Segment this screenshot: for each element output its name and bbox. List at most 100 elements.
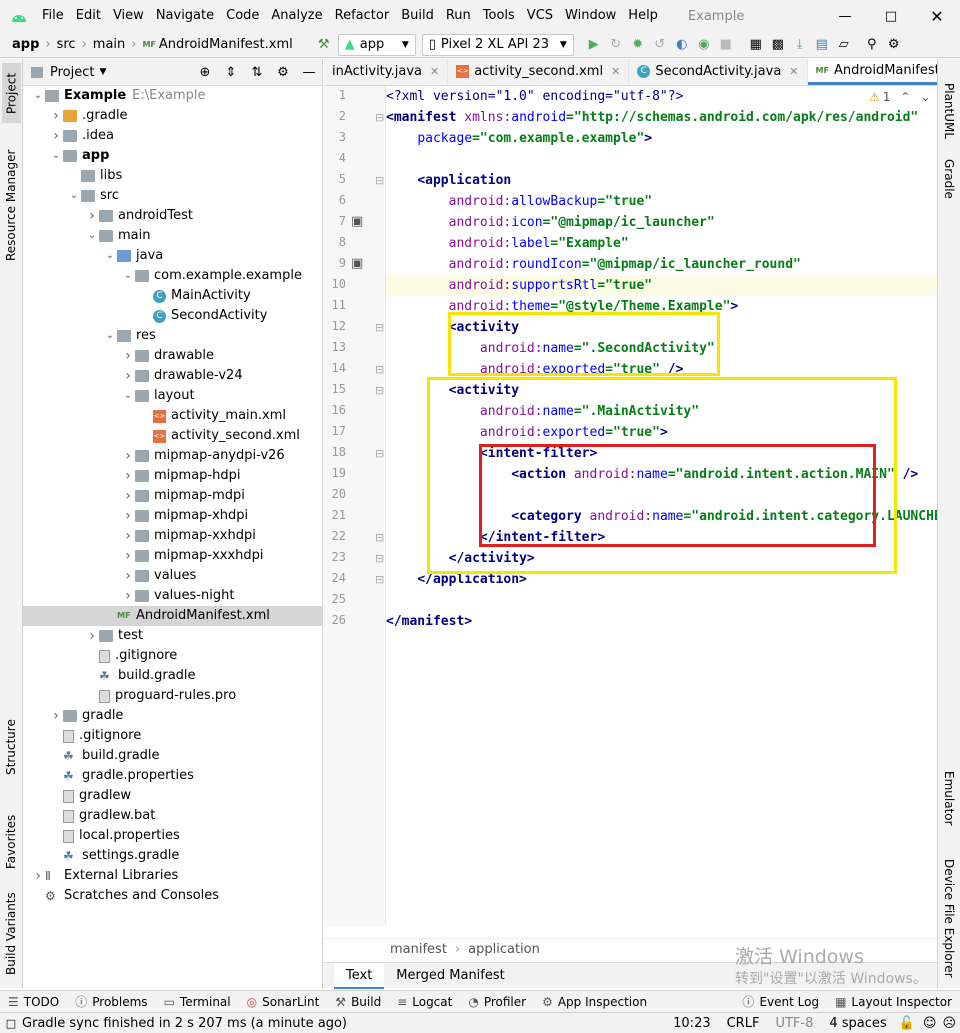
tree-item[interactable]: proguard-rules.pro bbox=[23, 686, 323, 706]
image-preview-icon[interactable]: ▣ bbox=[351, 256, 363, 271]
feedback-smile-icon[interactable]: ☺ bbox=[919, 1016, 941, 1031]
hide-panel-icon[interactable]: — bbox=[296, 65, 322, 80]
chevron-down-icon[interactable]: ⌄ bbox=[31, 86, 45, 106]
fold-icon[interactable]: ⊟ bbox=[375, 573, 384, 586]
chevron-right-icon[interactable]: › bbox=[121, 506, 135, 526]
tree-item[interactable]: ⌄ src bbox=[23, 186, 323, 206]
close-window-button[interactable]: ✕ bbox=[914, 7, 960, 26]
fold-icon[interactable]: ⊟ bbox=[375, 174, 384, 187]
tree-item[interactable]: › mipmap-xxhdpi bbox=[23, 526, 323, 546]
locate-icon[interactable]: ⊕ bbox=[192, 65, 218, 80]
menu-view[interactable]: View bbox=[107, 0, 150, 32]
toolwindow-terminal[interactable]: ▭ Terminal bbox=[156, 995, 239, 1009]
line-separator[interactable]: CRLF bbox=[719, 1016, 768, 1031]
chevron-right-icon[interactable]: › bbox=[121, 346, 135, 366]
tab-structure[interactable]: Structure bbox=[4, 711, 18, 775]
tree-item[interactable]: › mipmap-hdpi bbox=[23, 466, 323, 486]
device-manager-icon[interactable]: ▱ bbox=[833, 34, 855, 56]
fold-icon[interactable]: ⊟ bbox=[375, 531, 384, 544]
tree-item[interactable]: ☘ settings.gradle bbox=[23, 846, 323, 866]
tree-item[interactable]: › values-night bbox=[23, 586, 323, 606]
tree-item[interactable]: ⌄ main bbox=[23, 226, 323, 246]
tree-item[interactable]: ☘ build.gradle bbox=[23, 746, 323, 766]
run-config-dropdown[interactable]: ▲ app ▼ bbox=[337, 33, 416, 56]
tab-plantuml[interactable]: PlantUML bbox=[942, 83, 956, 143]
debug-icon[interactable]: ✹ bbox=[627, 34, 649, 56]
chevron-down-icon[interactable]: ⌄ bbox=[67, 186, 81, 206]
rerun-icon[interactable]: ↻ bbox=[605, 34, 627, 56]
collapse-all-icon[interactable]: ⇅ bbox=[244, 65, 270, 80]
profile-icon[interactable]: ◐ bbox=[671, 34, 693, 56]
fold-icon[interactable]: ⊟ bbox=[375, 363, 384, 376]
tree-item[interactable]: ⌄ layout bbox=[23, 386, 323, 406]
tree-item[interactable]: › values bbox=[23, 566, 323, 586]
chevron-down-icon[interactable]: ⌄ bbox=[85, 226, 99, 246]
menu-navigate[interactable]: Navigate bbox=[150, 0, 220, 32]
tab-merged-manifest[interactable]: Merged Manifest bbox=[384, 963, 516, 989]
chevron-right-icon[interactable]: › bbox=[49, 706, 63, 726]
menu-code[interactable]: Code bbox=[220, 0, 265, 32]
minimize-button[interactable]: — bbox=[822, 9, 868, 24]
tree-item[interactable]: › .gradle bbox=[23, 106, 323, 126]
tab-resource-manager[interactable]: Resource Manager bbox=[4, 141, 18, 261]
tree-item[interactable]: libs bbox=[23, 166, 323, 186]
gear-icon[interactable]: ⚙ bbox=[270, 65, 296, 80]
image-preview-icon[interactable]: ▣ bbox=[351, 214, 363, 229]
tree-item[interactable]: › mipmap-xxxhdpi bbox=[23, 546, 323, 566]
chevron-down-icon[interactable]: ⌄ bbox=[121, 386, 135, 406]
tree-item[interactable]: ☘ build.gradle bbox=[23, 666, 323, 686]
breadcrumb-app[interactable]: app bbox=[0, 37, 43, 52]
close-icon[interactable]: ✕ bbox=[611, 65, 620, 78]
search-icon[interactable]: ⚲ bbox=[861, 34, 883, 56]
hammer-build-icon[interactable]: ⚒ bbox=[313, 34, 335, 56]
tree-item[interactable]: <> activity_second.xml bbox=[23, 426, 323, 446]
menu-vcs[interactable]: VCS bbox=[521, 0, 559, 32]
chevron-right-icon[interactable]: › bbox=[85, 206, 99, 226]
menu-run[interactable]: Run bbox=[440, 0, 477, 32]
lock-icon[interactable]: 🔓 bbox=[895, 1016, 919, 1031]
tree-item[interactable]: › .idea bbox=[23, 126, 323, 146]
tree-item[interactable]: ⌄ com.example.example bbox=[23, 266, 323, 286]
menu-analyze[interactable]: Analyze bbox=[265, 0, 328, 32]
breadcrumb-manifest[interactable]: MF AndroidManifest.xml bbox=[138, 37, 296, 52]
chevron-right-icon[interactable]: › bbox=[49, 106, 63, 126]
toolwindow-profiler[interactable]: ◔ Profiler bbox=[460, 995, 534, 1009]
gradle-sync-icon[interactable]: ▤ bbox=[811, 34, 833, 56]
chevron-right-icon[interactable]: › bbox=[121, 446, 135, 466]
chevron-down-icon[interactable]: ⌄ bbox=[121, 266, 135, 286]
tab-gradle[interactable]: Gradle bbox=[942, 159, 956, 209]
tree-item[interactable]: › androidTest bbox=[23, 206, 323, 226]
caret-position[interactable]: 10:23 bbox=[665, 1016, 718, 1031]
tree-item[interactable]: › drawable-v24 bbox=[23, 366, 323, 386]
memory-face-icon[interactable]: ☹ bbox=[940, 1016, 960, 1031]
tree-item[interactable]: local.properties bbox=[23, 826, 323, 846]
warning-indicator[interactable]: ⚠ 1 ⌃ ⌄ bbox=[869, 90, 931, 104]
tab-project[interactable]: Project bbox=[2, 63, 21, 123]
indent-setting[interactable]: 4 spaces bbox=[821, 1016, 894, 1031]
tree-item[interactable]: MF AndroidManifest.xml bbox=[23, 606, 323, 626]
fold-icon[interactable]: ⊟ bbox=[375, 321, 384, 334]
menu-file[interactable]: File bbox=[36, 0, 70, 32]
close-icon[interactable]: ✕ bbox=[430, 65, 439, 78]
tab-favorites[interactable]: Favorites bbox=[4, 799, 18, 869]
tree-item[interactable]: gradlew bbox=[23, 786, 323, 806]
breadcrumb-manifest-tag[interactable]: manifest bbox=[390, 942, 447, 957]
editor-tab[interactable]: <> activity_second.xml ✕ bbox=[448, 59, 630, 85]
tree-item[interactable]: ⌄ app bbox=[23, 146, 323, 166]
tree-item[interactable]: ⌄ res bbox=[23, 326, 323, 346]
tree-item[interactable]: .gitignore bbox=[23, 726, 323, 746]
editor-tab[interactable]: inActivity.java ✕ bbox=[324, 59, 449, 85]
editor-tab[interactable]: C SecondActivity.java ✕ bbox=[629, 59, 808, 85]
project-view-dropdown[interactable]: Project bbox=[50, 65, 94, 80]
stop-icon[interactable]: ■ bbox=[715, 34, 737, 56]
status-message[interactable]: Gradle sync finished in 2 s 207 ms (a mi… bbox=[22, 1016, 347, 1031]
tree-item[interactable]: .gitignore bbox=[23, 646, 323, 666]
tree-item[interactable]: › mipmap-anydpi-v26 bbox=[23, 446, 323, 466]
toolwindow-app-inspection[interactable]: ⚙ App Inspection bbox=[534, 995, 655, 1009]
tree-item[interactable]: › gradle bbox=[23, 706, 323, 726]
chevron-right-icon[interactable]: › bbox=[121, 466, 135, 486]
avd-manager-icon[interactable]: ▩ bbox=[767, 34, 789, 56]
attach-debugger-icon[interactable]: ↺ bbox=[649, 34, 671, 56]
chevron-up-icon[interactable]: ⌃ bbox=[900, 90, 910, 104]
tree-item[interactable]: › mipmap-mdpi bbox=[23, 486, 323, 506]
